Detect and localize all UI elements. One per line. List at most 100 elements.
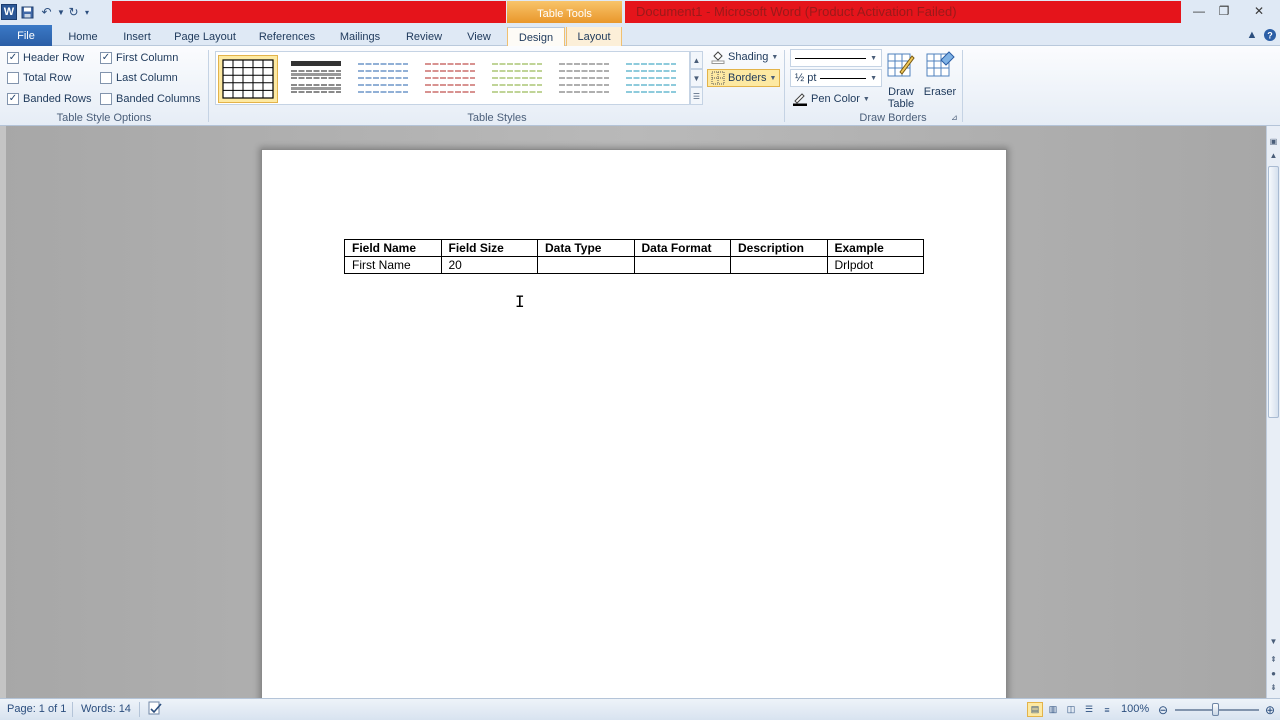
help-expand-icon[interactable]: ▲ bbox=[1244, 27, 1260, 43]
shading-button[interactable]: Shading ▼ bbox=[711, 50, 778, 64]
table-style-green[interactable] bbox=[487, 55, 547, 103]
scrollbar-thumb[interactable] bbox=[1268, 166, 1279, 418]
previous-page-icon[interactable]: ⇞ bbox=[1267, 652, 1280, 666]
total-row-checkbox[interactable]: Total Row bbox=[7, 72, 71, 84]
scroll-down-icon[interactable]: ▼ bbox=[1267, 634, 1280, 648]
line-weight-dropdown[interactable]: ½ pt ▼ bbox=[790, 69, 882, 87]
tab-view[interactable]: View bbox=[456, 27, 502, 46]
table-cell[interactable]: First Name bbox=[344, 256, 442, 274]
page-count[interactable]: Page: 1 of 1 bbox=[7, 703, 66, 715]
next-page-icon[interactable]: ⇟ bbox=[1267, 680, 1280, 694]
zoom-level[interactable]: 100% bbox=[1121, 703, 1149, 715]
status-divider bbox=[139, 702, 140, 717]
table-style-grid[interactable] bbox=[218, 55, 278, 103]
undo-dropdown-arrow[interactable]: ▼ bbox=[57, 8, 65, 17]
gallery-scroll-down-icon[interactable]: ▼ bbox=[690, 69, 703, 87]
tab-insert[interactable]: Insert bbox=[112, 27, 162, 46]
table-style-blue[interactable] bbox=[353, 55, 413, 103]
table-cell[interactable]: Description bbox=[730, 239, 828, 257]
table-style-dark[interactable] bbox=[286, 55, 346, 103]
help-icon[interactable]: ? bbox=[1262, 27, 1278, 43]
table-style-red[interactable] bbox=[420, 55, 480, 103]
table-style-red-icon bbox=[425, 63, 475, 93]
svg-text:?: ? bbox=[1267, 31, 1273, 41]
tab-page-layout[interactable]: Page Layout bbox=[166, 27, 244, 46]
status-bar: Page: 1 of 1 Words: 14 ▤ ▥ ◫ ☰ ≡ 100% ⊖ … bbox=[0, 698, 1280, 720]
first-column-checkbox[interactable]: ✓ First Column bbox=[100, 52, 178, 64]
close-icon[interactable]: ✕ bbox=[1240, 0, 1278, 22]
checkbox-icon: ✓ bbox=[100, 52, 112, 64]
undo-icon[interactable]: ↶ bbox=[38, 3, 55, 21]
tab-layout[interactable]: Layout bbox=[566, 27, 622, 46]
table-styles-gallery bbox=[215, 51, 690, 105]
banded-rows-checkbox[interactable]: ✓ Banded Rows bbox=[7, 93, 92, 105]
document-page[interactable]: Field Name Field Size Data Type Data For… bbox=[262, 150, 1006, 710]
save-icon[interactable] bbox=[19, 3, 36, 21]
left-margin-strip bbox=[0, 126, 6, 698]
eraser-button[interactable]: Eraser bbox=[922, 50, 958, 98]
gallery-scroll-up-icon[interactable]: ▲ bbox=[690, 51, 703, 69]
full-screen-reading-icon[interactable]: ▥ bbox=[1045, 702, 1061, 717]
table-cell[interactable] bbox=[537, 256, 635, 274]
outline-icon[interactable]: ☰ bbox=[1081, 702, 1097, 717]
web-layout-icon[interactable]: ◫ bbox=[1063, 702, 1079, 717]
table-cell[interactable] bbox=[730, 256, 828, 274]
gallery-more-icon[interactable]: ☰ bbox=[690, 87, 703, 105]
table-header-row: Field Name Field Size Data Type Data For… bbox=[344, 239, 924, 257]
table-row: First Name 20 Drlpdot bbox=[344, 256, 924, 274]
table-cell[interactable]: 20 bbox=[440, 256, 538, 274]
checkbox-icon bbox=[100, 93, 112, 105]
word-count[interactable]: Words: 14 bbox=[81, 703, 131, 715]
table-cell[interactable] bbox=[633, 256, 731, 274]
vertical-scrollbar[interactable]: ▣ ▲ ▼ ⇞ ● ⇟ bbox=[1266, 126, 1280, 698]
table-cell[interactable]: Data Type bbox=[537, 239, 635, 257]
restore-icon[interactable]: ❐ bbox=[1211, 0, 1237, 22]
quick-access-toolbar: W ↶ ▼ ↻ ▾ bbox=[0, 0, 90, 24]
eraser-icon bbox=[926, 51, 955, 77]
checkbox-icon bbox=[7, 72, 19, 84]
header-row-checkbox[interactable]: ✓ Header Row bbox=[7, 52, 84, 64]
print-layout-icon[interactable]: ▤ bbox=[1027, 702, 1043, 717]
checkbox-icon bbox=[100, 72, 112, 84]
ruler-toggle-icon[interactable]: ▣ bbox=[1267, 134, 1280, 148]
table-cell[interactable]: Field Name bbox=[344, 239, 442, 257]
draft-icon[interactable]: ≡ bbox=[1099, 702, 1115, 717]
table-cell[interactable]: Data Format bbox=[633, 239, 731, 257]
browse-object-icon[interactable]: ● bbox=[1267, 666, 1280, 680]
tab-design[interactable]: Design bbox=[507, 27, 565, 47]
redo-icon[interactable]: ↻ bbox=[65, 3, 82, 21]
table-style-gray[interactable] bbox=[554, 55, 614, 103]
zoom-out-icon[interactable]: ⊖ bbox=[1155, 702, 1171, 717]
table-style-gray-icon bbox=[559, 63, 609, 93]
word-app-icon[interactable]: W bbox=[1, 4, 17, 20]
borders-button[interactable]: Borders ▼ bbox=[707, 69, 781, 87]
line-style-dropdown[interactable]: ▼ bbox=[790, 49, 882, 67]
scroll-up-icon[interactable]: ▲ bbox=[1267, 148, 1280, 162]
zoom-slider-thumb[interactable] bbox=[1212, 703, 1219, 716]
window-title: Document1 - Microsoft Word (Product Acti… bbox=[636, 4, 957, 19]
group-separator bbox=[208, 50, 209, 122]
document-area: Field Name Field Size Data Type Data For… bbox=[0, 126, 1266, 710]
table-style-aqua[interactable] bbox=[621, 55, 681, 103]
table-cell[interactable]: Field Size bbox=[440, 239, 538, 257]
customize-toolbar-icon[interactable]: ▾ bbox=[84, 8, 90, 17]
minimize-icon[interactable]: — bbox=[1186, 0, 1212, 22]
banded-columns-checkbox[interactable]: Banded Columns bbox=[100, 93, 200, 105]
table-style-green-icon bbox=[492, 63, 542, 93]
draw-table-button[interactable]: Draw Table bbox=[883, 50, 919, 110]
tab-references[interactable]: References bbox=[250, 27, 324, 46]
table-cell[interactable]: Drlpdot bbox=[826, 256, 924, 274]
borders-dialog-launcher-icon[interactable]: ⊿ bbox=[951, 113, 958, 122]
pen-color-button[interactable]: Pen Color ▼ bbox=[792, 92, 870, 106]
table-style-dark-icon bbox=[291, 61, 341, 93]
zoom-in-icon[interactable]: ⊕ bbox=[1262, 702, 1278, 717]
table-cell[interactable]: Example bbox=[826, 239, 924, 257]
ribbon-tabs: File Home Insert Page Layout References … bbox=[0, 24, 1280, 47]
tab-file[interactable]: File bbox=[0, 25, 52, 46]
tab-home[interactable]: Home bbox=[57, 27, 109, 46]
last-column-checkbox[interactable]: Last Column bbox=[100, 72, 178, 84]
proofing-icon[interactable] bbox=[147, 701, 163, 719]
tab-mailings[interactable]: Mailings bbox=[329, 27, 391, 46]
tab-review[interactable]: Review bbox=[396, 27, 452, 46]
document-table[interactable]: Field Name Field Size Data Type Data For… bbox=[344, 239, 924, 274]
